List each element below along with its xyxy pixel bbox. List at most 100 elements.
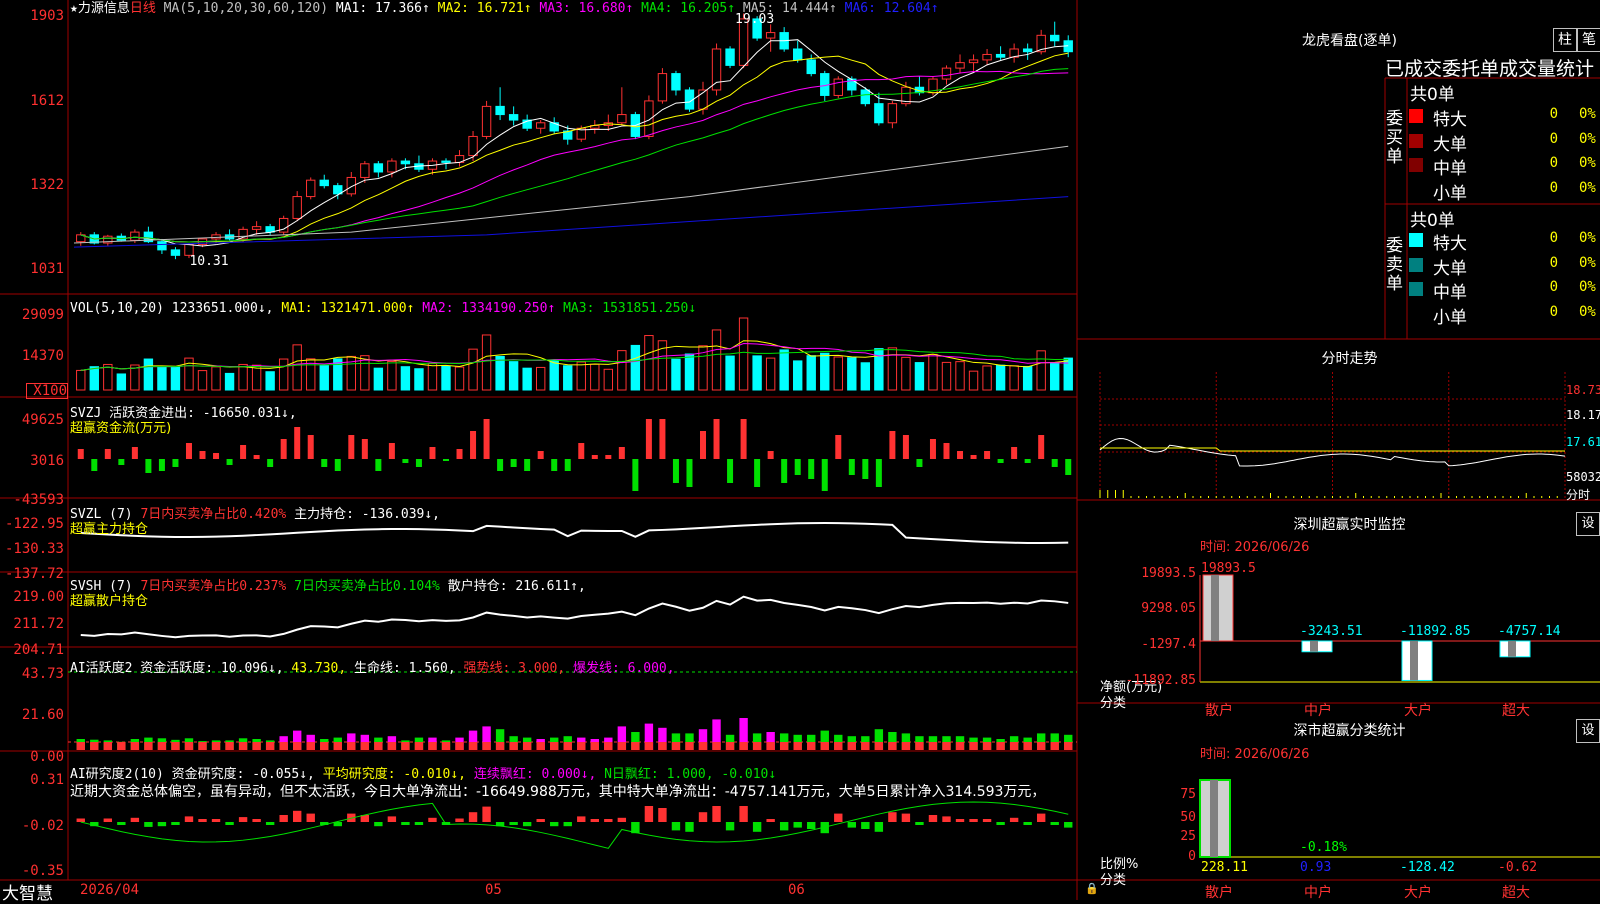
activity-base bbox=[482, 742, 491, 750]
flow-bar bbox=[551, 459, 558, 471]
flow-bar bbox=[672, 459, 679, 483]
research-bar bbox=[103, 818, 113, 822]
research-bar bbox=[807, 822, 816, 829]
activity-base bbox=[563, 742, 572, 750]
ma-label: MA5: 14.444↑ bbox=[735, 1, 837, 16]
volume-bar bbox=[982, 365, 992, 391]
flow-tick: 3016 bbox=[30, 453, 64, 469]
monitor-y-tick: 9298.05 bbox=[1141, 601, 1196, 616]
class-value-label: 0.93 bbox=[1300, 860, 1332, 875]
activity-base bbox=[333, 742, 342, 750]
sz-class-settings-button[interactable]: 设 bbox=[1576, 719, 1600, 743]
candle-body bbox=[319, 179, 329, 187]
flow-bar bbox=[754, 459, 761, 487]
activity-base bbox=[468, 742, 478, 750]
stock-name[interactable]: ★力源信息 bbox=[70, 1, 130, 16]
flow-bar bbox=[740, 419, 747, 459]
activity-base bbox=[617, 742, 627, 750]
order-percent: 0% bbox=[1579, 179, 1596, 196]
flow-bar bbox=[1065, 459, 1072, 475]
main-chart-canvas[interactable]: 19.0310.31 bbox=[0, 0, 1600, 900]
volume-bar bbox=[711, 329, 722, 391]
class-y-tick: 25 bbox=[1180, 829, 1196, 844]
research-bar bbox=[1064, 822, 1073, 828]
activity-base bbox=[184, 742, 194, 750]
color-swatch bbox=[1409, 109, 1423, 123]
flow-bar bbox=[524, 459, 531, 471]
activity-base bbox=[522, 742, 532, 750]
activity-base bbox=[550, 742, 559, 750]
flow-bar bbox=[213, 453, 220, 459]
volume-bar bbox=[847, 357, 857, 391]
main-tick: -130.33 bbox=[4, 541, 64, 557]
monitor-category-label: 中户 bbox=[1304, 703, 1332, 719]
volume-bar bbox=[765, 357, 776, 391]
volume-bar bbox=[522, 367, 532, 391]
svzj-sub: 超赢资金流(万元) bbox=[70, 421, 172, 436]
activity-base bbox=[90, 742, 99, 750]
volume-bar bbox=[1050, 362, 1060, 391]
volume-bar bbox=[89, 366, 99, 391]
volume-bar bbox=[820, 352, 830, 391]
activity-base bbox=[766, 742, 775, 750]
activity-base bbox=[509, 742, 518, 750]
flow-bar bbox=[862, 459, 869, 479]
flow-bar bbox=[578, 443, 585, 459]
flow-bar bbox=[253, 455, 260, 459]
volume-bar bbox=[1009, 365, 1019, 391]
activity-base bbox=[861, 742, 870, 750]
research-bar bbox=[1050, 822, 1059, 825]
brand-label[interactable]: 大智慧 bbox=[2, 879, 53, 904]
candle-body bbox=[468, 135, 478, 157]
research-bar bbox=[550, 822, 559, 827]
period-label[interactable]: 日线 bbox=[130, 1, 156, 16]
candle-body bbox=[955, 62, 965, 69]
tab-stroke[interactable]: 笔 bbox=[1577, 28, 1600, 52]
svzl-ratio: 7日内买卖净占比0.420% bbox=[140, 507, 287, 522]
candle-body bbox=[360, 163, 370, 178]
flow-bar bbox=[700, 431, 707, 459]
volume-bar bbox=[414, 368, 424, 391]
ai2-nday: N日飘红: 1.000, bbox=[604, 767, 714, 782]
color-swatch bbox=[1409, 233, 1423, 247]
main-tick: -122.95 bbox=[4, 516, 64, 532]
sz-monitor-settings-button[interactable]: 设 bbox=[1576, 512, 1600, 536]
activity-base bbox=[590, 742, 599, 750]
research-bar bbox=[130, 817, 140, 822]
svsh-header: SVSH (7) 7日内买卖净占比0.237% 7日内买卖净占比0.104% 散… bbox=[70, 579, 586, 609]
flow-bar bbox=[240, 445, 247, 459]
activity-base bbox=[996, 742, 1005, 750]
volume-bar bbox=[887, 347, 898, 391]
price-tick: 1903 bbox=[30, 8, 64, 24]
volume-bar bbox=[224, 372, 235, 391]
volume-bar bbox=[725, 355, 735, 391]
volume-bar bbox=[481, 334, 492, 391]
candle-body bbox=[373, 163, 384, 173]
order-percent: 0% bbox=[1579, 254, 1596, 271]
order-type-label: 小单 bbox=[1433, 183, 1467, 204]
tab-bar[interactable]: 柱 bbox=[1553, 28, 1577, 52]
candle-body bbox=[968, 59, 979, 64]
activity-base bbox=[211, 742, 221, 750]
volume-bar bbox=[238, 363, 248, 391]
candle-body bbox=[887, 103, 898, 124]
lock-icon[interactable]: 🔒 bbox=[1085, 882, 1099, 895]
flow-bar bbox=[781, 459, 788, 483]
class-category-label: 散户 bbox=[1205, 885, 1233, 901]
activity-base bbox=[441, 742, 451, 750]
order-percent: 0% bbox=[1579, 106, 1596, 122]
volume-bar bbox=[508, 361, 519, 391]
research-bar bbox=[225, 822, 234, 825]
candle-body bbox=[874, 103, 884, 124]
class-value-label: -128.42 bbox=[1400, 860, 1455, 875]
candle-body bbox=[806, 59, 816, 75]
order-count: 0 bbox=[1549, 230, 1558, 246]
volume-bar bbox=[968, 370, 979, 391]
volume-bar bbox=[143, 358, 154, 391]
activity-base bbox=[455, 742, 464, 750]
flow-bar bbox=[713, 419, 720, 459]
activity-tick: 43.73 bbox=[21, 666, 64, 682]
volume-bar bbox=[928, 353, 938, 391]
research-bar bbox=[793, 822, 802, 828]
class-annotation: -0.18% bbox=[1300, 840, 1347, 855]
